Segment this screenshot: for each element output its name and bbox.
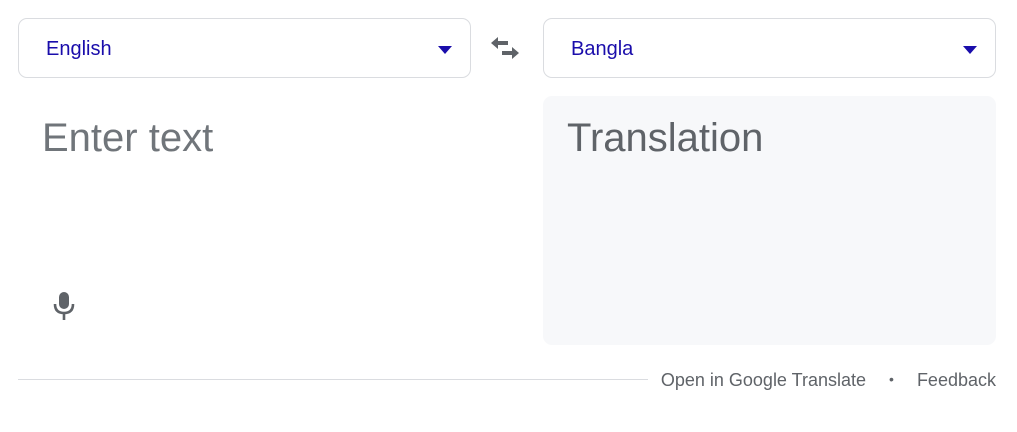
open-in-google-translate-link[interactable]: Open in Google Translate [661, 370, 866, 390]
source-text-panel [18, 96, 471, 346]
feedback-link[interactable]: Feedback [917, 370, 996, 390]
target-language-select[interactable]: Bangla [543, 18, 996, 78]
microphone-icon [53, 292, 75, 320]
source-language-label: English [46, 38, 112, 60]
footer-links: Open in Google Translate • Feedback [661, 368, 996, 391]
source-language-select[interactable]: English [18, 18, 471, 78]
caret-down-icon [963, 46, 977, 54]
footer-separator: • [889, 371, 894, 387]
swap-languages-button[interactable] [488, 34, 522, 62]
source-text-input[interactable] [42, 114, 462, 264]
caret-down-icon [438, 46, 452, 54]
voice-input-button[interactable] [52, 292, 76, 320]
translate-widget: English Bangla Translation Open in Googl… [0, 0, 1017, 432]
translation-output-panel: Translation [543, 96, 996, 345]
translation-placeholder: Translation [567, 116, 764, 160]
footer-divider [18, 379, 648, 380]
swap-arrows-icon [491, 37, 519, 59]
target-language-label: Bangla [571, 38, 634, 60]
